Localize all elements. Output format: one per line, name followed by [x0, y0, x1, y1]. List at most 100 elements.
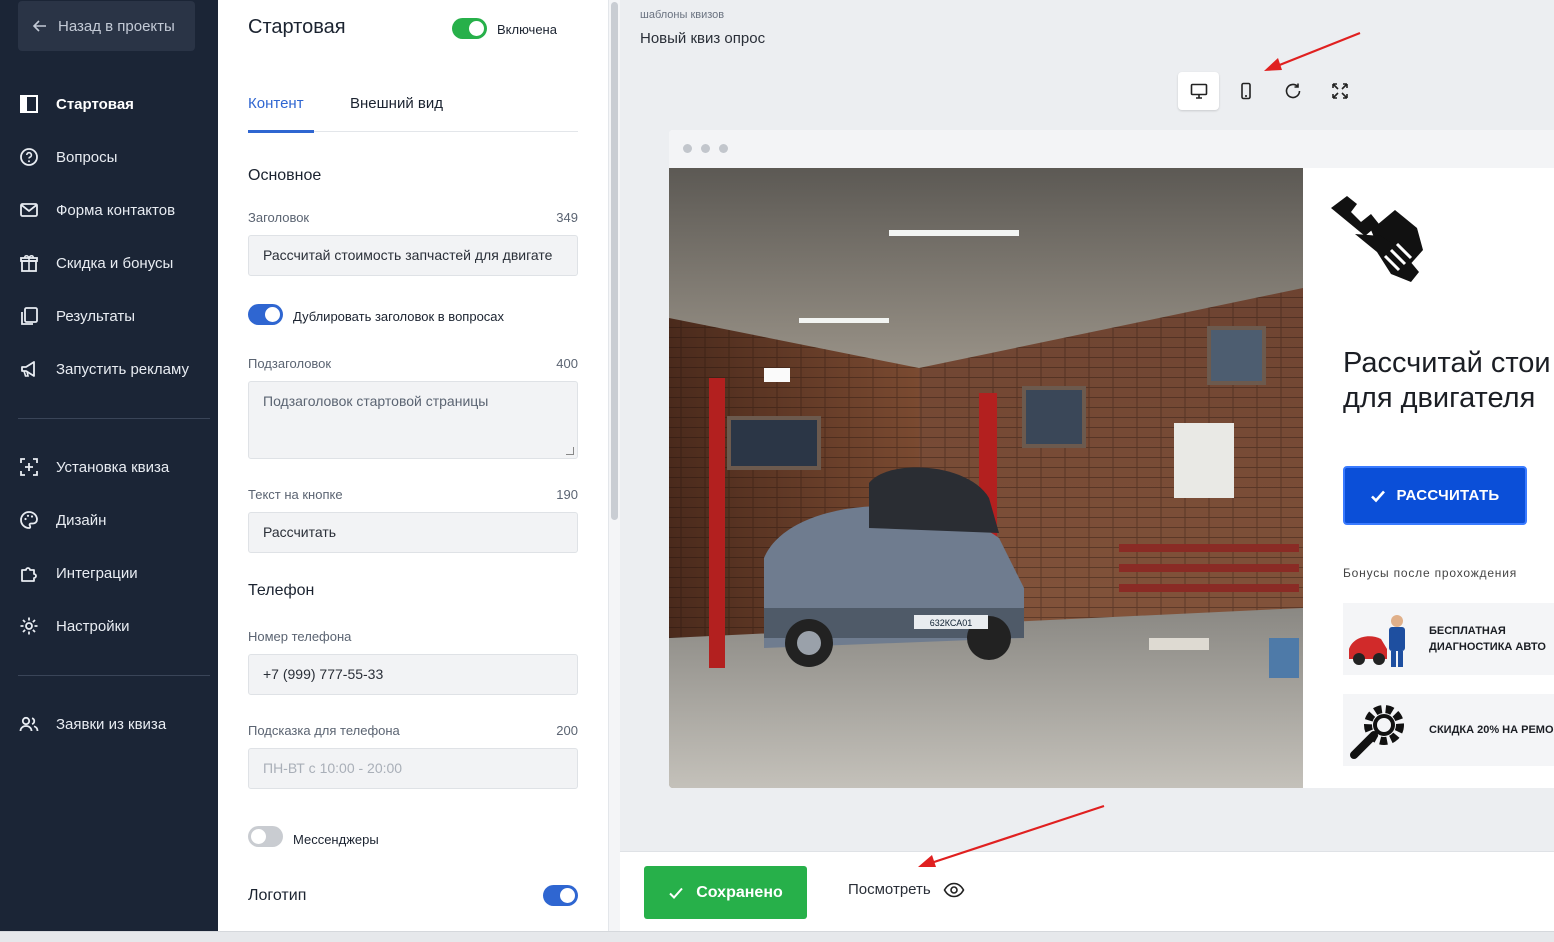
window-dot — [683, 144, 692, 153]
settings-panel: Стартовая Включена Контент Внешний вид О… — [218, 0, 608, 942]
subheading-textarea[interactable]: Подзаголовок стартовой страницы — [248, 381, 578, 459]
bonus-text-line: СКИДКА 20% НА РЕМО — [1429, 723, 1554, 736]
sidebar-item-ads[interactable]: Запустить рекламу — [18, 357, 189, 381]
heading-field-label: Заголовок — [248, 210, 310, 225]
phone-hint-char-count: 200 — [556, 723, 578, 738]
bonus-image-mechanic — [1343, 603, 1415, 675]
sidebar-item-integrations[interactable]: Интеграции — [18, 561, 138, 585]
sidebar-item-label: Запустить рекламу — [56, 360, 189, 378]
garage-photo: 632КСА01 — [669, 168, 1303, 788]
desktop-view-button[interactable] — [1178, 72, 1219, 110]
sidebar-divider — [18, 418, 210, 419]
bonus-card: СКИДКА 20% НА РЕМО — [1343, 694, 1554, 766]
enabled-toggle[interactable] — [452, 18, 487, 39]
preview-link[interactable]: Посмотреть — [848, 881, 965, 898]
heading-input[interactable]: Рассчитай стоимость запчастей для двигат… — [248, 235, 578, 276]
install-icon — [20, 458, 38, 476]
device-toolbar — [1178, 72, 1360, 110]
palette-icon — [20, 511, 38, 529]
garage-illustration: 632КСА01 — [669, 168, 1303, 788]
license-plate: 632КСА01 — [930, 618, 972, 628]
sidebar-item-results[interactable]: Результаты — [18, 304, 135, 328]
refresh-icon — [1285, 83, 1300, 99]
sidebar-item-settings[interactable]: Настройки — [18, 614, 130, 638]
eye-icon — [943, 882, 965, 897]
browser-chrome — [669, 130, 1554, 168]
tab-appearance[interactable]: Внешний вид — [350, 95, 443, 112]
bottom-action-bar: Сохранено Посмотреть — [620, 851, 1554, 931]
quiz-logo — [1325, 190, 1429, 286]
enabled-label: Включена — [497, 22, 557, 37]
phone-field-label: Номер телефона — [248, 629, 352, 644]
sidebar-item-label: Форма контактов — [56, 201, 176, 219]
phone-input[interactable]: +7 (999) 777-55-33 — [248, 654, 578, 695]
logo-toggle[interactable] — [543, 885, 578, 906]
sidebar-item-install[interactable]: Установка квиза — [18, 455, 169, 479]
gear-wrench-icon — [1350, 705, 1404, 759]
sidebar-item-label: Вопросы — [56, 148, 118, 166]
tab-content[interactable]: Контент — [248, 95, 304, 112]
sidebar-item-start[interactable]: Стартовая — [18, 92, 134, 116]
button-text-input[interactable]: Рассчитать — [248, 512, 578, 553]
bonus-image-gear — [1343, 694, 1415, 766]
layout-icon — [20, 95, 38, 113]
subheading-placeholder: Подзаголовок стартовой страницы — [263, 393, 489, 409]
button-text-field-label: Текст на кнопке — [248, 487, 343, 502]
quiz-title-line: Рассчитай стои — [1343, 347, 1551, 379]
logo-heading: Логотип — [248, 887, 307, 904]
bonus-text: БЕСПЛАТНАЯ ДИАГНОСТИКА АВТО — [1415, 623, 1546, 656]
sidebar-item-leads[interactable]: Заявки из квиза — [18, 712, 166, 736]
quiz-title-line: для двигателя — [1343, 381, 1536, 414]
breadcrumb[interactable]: шаблоны квизов — [640, 9, 724, 21]
bonus-card: БЕСПЛАТНАЯ ДИАГНОСТИКА АВТО — [1343, 603, 1554, 675]
gear-icon — [20, 617, 38, 635]
sidebar-item-contact-form[interactable]: Форма контактов — [18, 198, 175, 222]
window-dot — [719, 144, 728, 153]
mail-icon — [20, 203, 38, 217]
messengers-toggle[interactable] — [248, 826, 283, 847]
wrench-handshake-icon — [1331, 196, 1423, 282]
subheading-field-label: Подзаголовок — [248, 356, 332, 371]
bonus-text: СКИДКА 20% НА РЕМО — [1415, 722, 1554, 739]
scrollbar-thumb[interactable] — [611, 2, 618, 520]
calculate-label: РАССЧИТАТЬ — [1396, 487, 1500, 504]
puzzle-icon — [21, 567, 37, 582]
sidebar-item-label: Интеграции — [56, 564, 138, 582]
bonus-text-line: БЕСПЛАТНАЯ — [1429, 624, 1506, 637]
users-icon — [19, 716, 39, 732]
annotation-arrow — [1264, 31, 1361, 71]
back-label: Назад в проекты — [58, 17, 175, 35]
phone-hint-input[interactable]: ПН-ВТ с 10:00 - 20:00 — [248, 748, 578, 789]
mobile-view-button[interactable] — [1225, 72, 1266, 110]
check-icon — [669, 887, 683, 899]
sidebar-item-label: Результаты — [56, 307, 135, 325]
sidebar-item-design[interactable]: Дизайн — [18, 508, 106, 532]
panel-scrollbar[interactable] — [608, 0, 620, 942]
back-to-projects-button[interactable]: Назад в проекты — [18, 1, 195, 51]
sidebar-item-discounts[interactable]: Скидка и бонусы — [18, 251, 173, 275]
resize-handle[interactable] — [566, 447, 574, 455]
arrow-left-icon — [32, 20, 46, 32]
pages-icon — [21, 307, 38, 325]
bonus-heading: Бонусы после прохождения — [1343, 566, 1518, 580]
messengers-label: Мессенджеры — [293, 832, 379, 847]
saved-button[interactable]: Сохранено — [644, 866, 807, 919]
section-main-heading: Основное — [248, 167, 322, 184]
refresh-button[interactable] — [1272, 72, 1313, 110]
sidebar-item-questions[interactable]: Вопросы — [18, 145, 117, 169]
quiz-title: Рассчитай стои для двигателя — [1343, 346, 1551, 416]
fullscreen-icon — [1331, 83, 1348, 99]
phone-hint-field-label: Подсказка для телефона — [248, 723, 400, 738]
preview-link-label: Посмотреть — [848, 881, 931, 898]
car-mechanic-icon — [1349, 615, 1405, 667]
calculate-button[interactable]: РАССЧИТАТЬ — [1343, 466, 1527, 525]
section-phone-heading: Телефон — [248, 582, 315, 599]
window-dot — [701, 144, 710, 153]
question-icon — [20, 148, 38, 166]
active-tab-indicator — [248, 130, 314, 133]
desktop-icon — [1190, 83, 1207, 99]
sidebar-item-label: Установка квиза — [56, 458, 170, 476]
sidebar-item-label: Стартовая — [56, 95, 134, 113]
fullscreen-button[interactable] — [1319, 72, 1360, 110]
duplicate-heading-toggle[interactable] — [248, 304, 283, 325]
